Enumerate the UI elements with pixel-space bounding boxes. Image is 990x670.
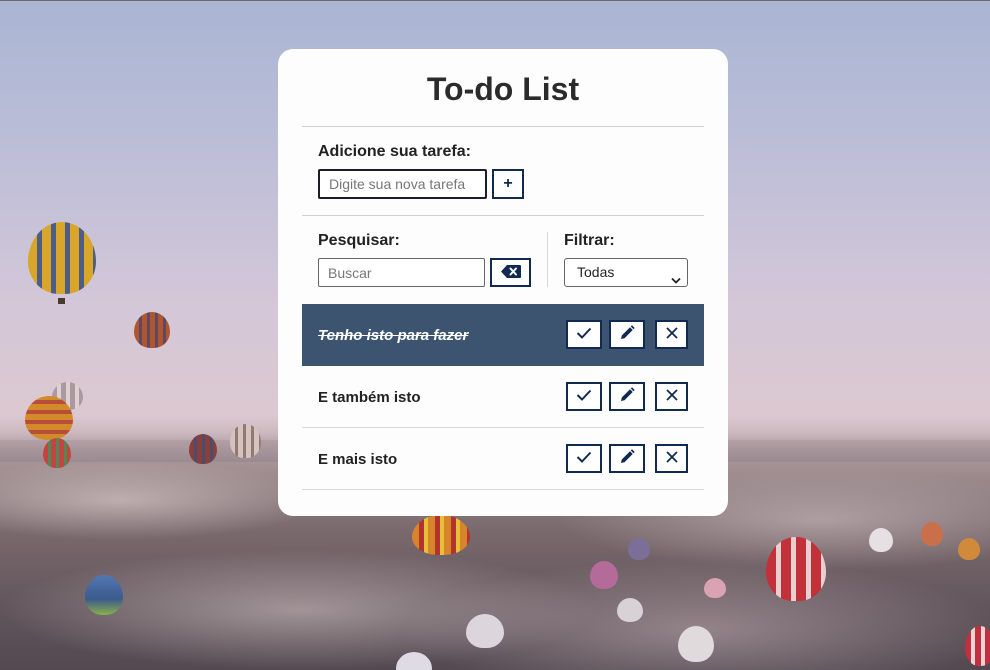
close-icon [665, 389, 678, 404]
plus-icon: + [503, 175, 513, 192]
balloon [189, 434, 217, 464]
balloon [466, 614, 504, 648]
backspace-icon [500, 264, 521, 281]
add-task-label: Adicione sua tarefa: [318, 143, 471, 160]
balloon [134, 312, 170, 348]
edit-todo-button[interactable] [609, 382, 645, 411]
todo-item: E mais isto [302, 428, 704, 490]
search-input[interactable] [318, 258, 485, 287]
filter-selected-value: Todas [577, 264, 615, 280]
balloon [85, 575, 123, 615]
add-task-button[interactable]: + [492, 169, 524, 199]
check-icon [576, 389, 592, 404]
balloon [958, 538, 980, 560]
balloon [590, 561, 618, 589]
todo-item: E também isto [302, 366, 704, 428]
balloon [921, 522, 943, 546]
remove-todo-button[interactable] [655, 320, 688, 349]
remove-todo-button[interactable] [655, 382, 688, 411]
check-icon [576, 327, 592, 342]
balloon [869, 528, 893, 552]
todo-text: E mais isto [318, 451, 398, 468]
chevron-down-icon [671, 267, 681, 294]
filter-label: Filtrar: [564, 232, 615, 249]
check-icon [576, 451, 592, 466]
balloon [617, 598, 643, 622]
divider [302, 215, 704, 216]
vertical-divider [547, 232, 548, 287]
balloon [412, 515, 470, 555]
finish-todo-button[interactable] [566, 320, 602, 349]
pencil-icon [619, 387, 635, 406]
close-icon [665, 451, 678, 466]
divider [302, 126, 704, 127]
edit-todo-button[interactable] [609, 320, 645, 349]
todo-text: E também isto [318, 389, 421, 406]
balloon [230, 424, 261, 458]
search-label: Pesquisar: [318, 232, 400, 249]
balloon [43, 438, 71, 468]
balloon [628, 538, 650, 560]
finish-todo-button[interactable] [566, 444, 602, 473]
balloon [25, 396, 73, 440]
balloon [678, 626, 714, 662]
todo-card: To-do List Adicione sua tarefa: + Pesqui… [278, 49, 728, 516]
pencil-icon [619, 325, 635, 344]
todo-text: Tenho isto para fazer [318, 327, 469, 344]
window-top-border [0, 0, 990, 1]
pencil-icon [619, 449, 635, 468]
balloon [28, 222, 96, 294]
finish-todo-button[interactable] [566, 382, 602, 411]
clear-search-button[interactable] [490, 258, 531, 287]
filter-select[interactable]: Todas [564, 258, 688, 287]
todo-item: Tenho isto para fazer [302, 304, 704, 366]
balloon [704, 578, 726, 598]
balloon [965, 626, 990, 666]
close-icon [665, 327, 678, 342]
balloon [766, 537, 826, 601]
page-title: To-do List [426, 71, 580, 107]
remove-todo-button[interactable] [655, 444, 688, 473]
new-task-input[interactable] [318, 169, 487, 199]
edit-todo-button[interactable] [609, 444, 645, 473]
